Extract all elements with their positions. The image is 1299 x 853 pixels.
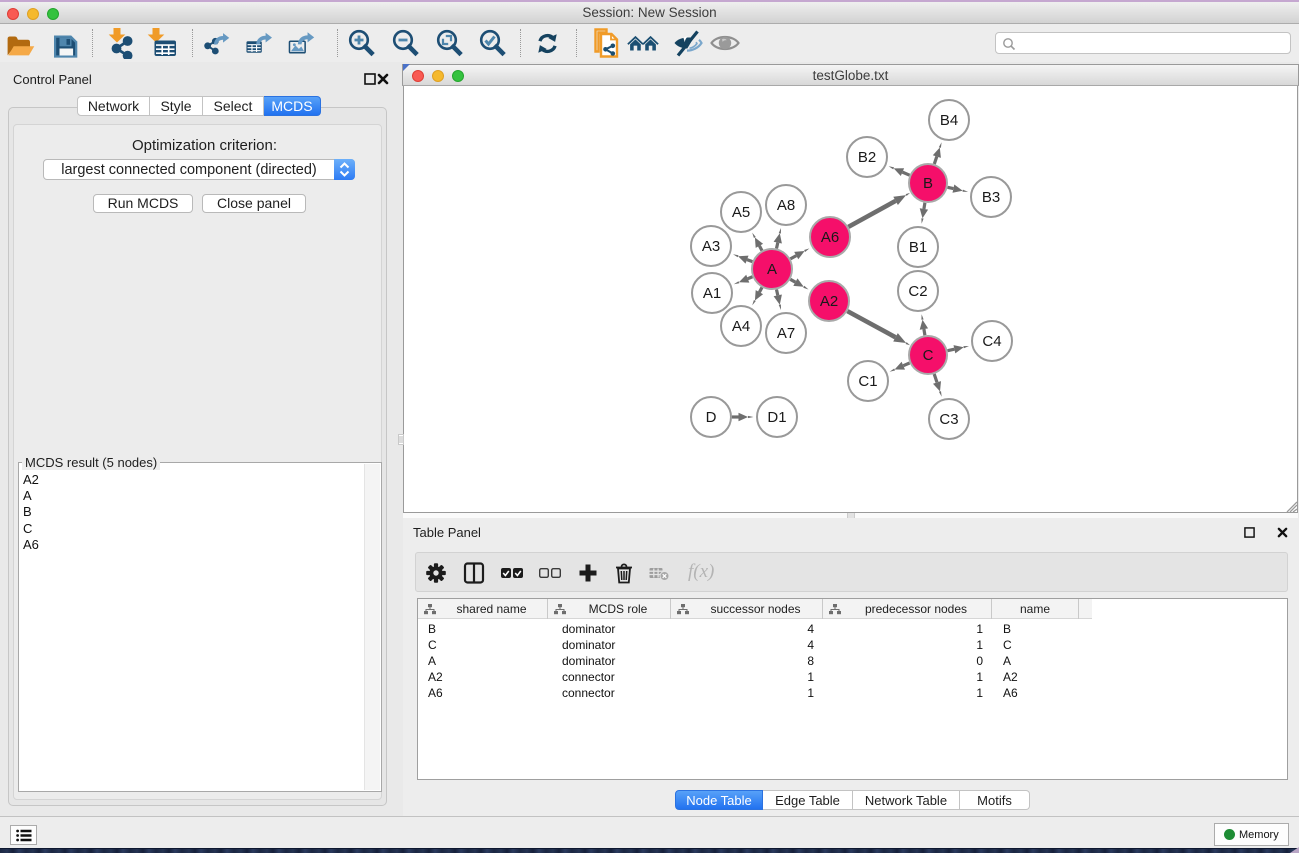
svg-text:A7: A7 — [777, 325, 795, 342]
svg-text:C3: C3 — [939, 411, 958, 428]
svg-text:B4: B4 — [940, 112, 958, 129]
svg-text:B: B — [923, 175, 933, 192]
svg-text:A1: A1 — [703, 285, 721, 302]
svg-text:B1: B1 — [909, 239, 927, 256]
svg-text:C: C — [923, 347, 934, 364]
svg-text:B2: B2 — [858, 149, 876, 166]
svg-text:B3: B3 — [982, 189, 1000, 206]
svg-text:A3: A3 — [702, 238, 720, 255]
svg-text:C2: C2 — [908, 283, 927, 300]
svg-text:C1: C1 — [858, 373, 877, 390]
svg-text:A2: A2 — [820, 293, 838, 310]
svg-text:A: A — [767, 261, 777, 278]
svg-text:A8: A8 — [777, 197, 795, 214]
svg-text:A4: A4 — [732, 318, 750, 335]
svg-text:D1: D1 — [767, 409, 786, 426]
svg-text:A5: A5 — [732, 204, 750, 221]
svg-text:C4: C4 — [982, 333, 1001, 350]
svg-text:A6: A6 — [821, 229, 839, 246]
svg-text:D: D — [706, 409, 717, 426]
